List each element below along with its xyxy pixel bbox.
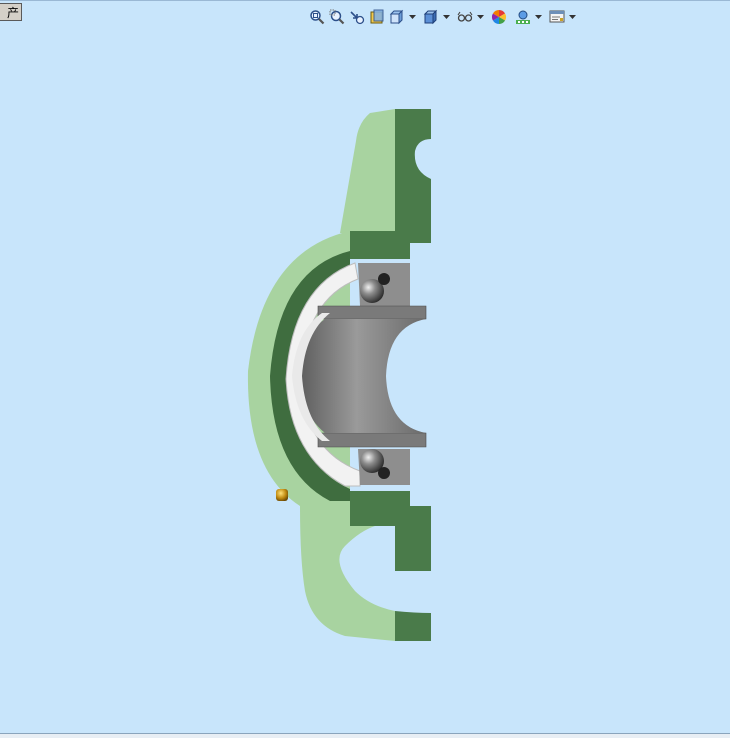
cage-bottom — [378, 467, 390, 479]
bearing-inner-ring — [292, 305, 427, 448]
cage-top — [378, 273, 390, 285]
status-strip — [0, 733, 730, 738]
graphics-area[interactable]: 产品 — [0, 0, 730, 734]
grease-fitting — [276, 489, 288, 501]
pillow-block-bearing-section-model[interactable] — [0, 1, 730, 734]
